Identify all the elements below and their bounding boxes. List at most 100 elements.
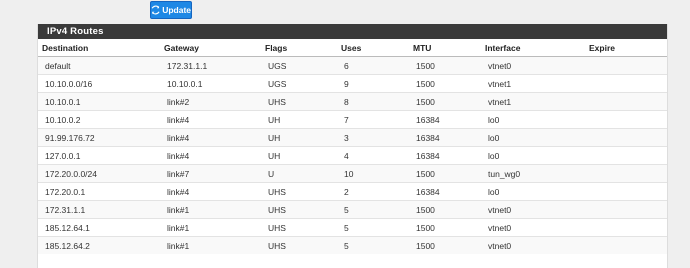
- cell-flags: UHS: [261, 182, 337, 201]
- cell-mtu: 1500: [409, 56, 481, 75]
- cell-mtu: 1500: [409, 200, 481, 219]
- cell-expire: [585, 110, 667, 129]
- cell-flags: UH: [261, 110, 337, 129]
- cell-uses: 6: [337, 56, 409, 75]
- cell-destination: 10.10.0.1: [38, 92, 160, 111]
- cell-mtu: 1500: [409, 92, 481, 111]
- table-row: 10.10.0.0/16 10.10.0.1 UGS 9 1500 vtnet1: [38, 74, 667, 93]
- cell-interface: tun_wg0: [481, 164, 585, 183]
- cell-expire: [585, 236, 667, 254]
- cell-flags: UH: [261, 146, 337, 165]
- cell-destination: default: [38, 56, 160, 75]
- cell-flags: U: [261, 164, 337, 183]
- cell-expire: [585, 218, 667, 237]
- cell-uses: 9: [337, 74, 409, 93]
- cell-mtu: 16384: [409, 110, 481, 129]
- cell-expire: [585, 182, 667, 201]
- table-row: 185.12.64.1 link#1 UHS 5 1500 vtnet0: [38, 218, 667, 237]
- column-header-gateway: Gateway: [160, 39, 261, 57]
- cell-destination: 185.12.64.1: [38, 218, 160, 237]
- cell-destination: 91.99.176.72: [38, 128, 160, 147]
- routes-table: Destination Gateway Flags Uses MTU Inter…: [38, 39, 667, 254]
- table-row: 172.20.0.1 link#4 UHS 2 16384 lo0: [38, 182, 667, 201]
- cell-uses: 7: [337, 110, 409, 129]
- cell-uses: 10: [337, 164, 409, 183]
- cell-mtu: 1500: [409, 218, 481, 237]
- cell-destination: 10.10.0.0/16: [38, 74, 160, 93]
- table-row: default 172.31.1.1 UGS 6 1500 vtnet0: [38, 56, 667, 75]
- table-row: 10.10.0.1 link#2 UHS 8 1500 vtnet1: [38, 92, 667, 111]
- cell-destination: 10.10.0.2: [38, 110, 160, 129]
- cell-interface: lo0: [481, 110, 585, 129]
- cell-gateway: link#4: [160, 182, 261, 201]
- update-button[interactable]: Update: [150, 1, 192, 19]
- cell-mtu: 16384: [409, 182, 481, 201]
- table-row: 172.20.0.0/24 link#7 U 10 1500 tun_wg0: [38, 164, 667, 183]
- cell-gateway: 172.31.1.1: [160, 56, 261, 75]
- cell-gateway: link#1: [160, 218, 261, 237]
- cell-gateway: link#1: [160, 236, 261, 254]
- cell-flags: UGS: [261, 74, 337, 93]
- cell-gateway: link#7: [160, 164, 261, 183]
- update-button-label: Update: [162, 5, 191, 15]
- cell-interface: lo0: [481, 128, 585, 147]
- table-header-row: Destination Gateway Flags Uses MTU Inter…: [38, 39, 667, 57]
- cell-destination: 127.0.0.1: [38, 146, 160, 165]
- cell-uses: 8: [337, 92, 409, 111]
- refresh-icon: [151, 5, 160, 15]
- cell-expire: [585, 74, 667, 93]
- cell-destination: 185.12.64.2: [38, 236, 160, 254]
- cell-expire: [585, 56, 667, 75]
- cell-interface: lo0: [481, 146, 585, 165]
- cell-mtu: 1500: [409, 74, 481, 93]
- cell-flags: UHS: [261, 236, 337, 254]
- cell-expire: [585, 92, 667, 111]
- column-header-flags: Flags: [261, 39, 337, 57]
- cell-expire: [585, 128, 667, 147]
- cell-flags: UHS: [261, 200, 337, 219]
- cell-gateway: link#2: [160, 92, 261, 111]
- cell-interface: vtnet0: [481, 56, 585, 75]
- cell-uses: 2: [337, 182, 409, 201]
- cell-flags: UGS: [261, 56, 337, 75]
- column-header-uses: Uses: [337, 39, 409, 57]
- table-row: 127.0.0.1 link#4 UH 4 16384 lo0: [38, 146, 667, 165]
- table-row: 172.31.1.1 link#1 UHS 5 1500 vtnet0: [38, 200, 667, 219]
- cell-interface: vtnet1: [481, 92, 585, 111]
- cell-gateway: link#4: [160, 128, 261, 147]
- cell-interface: vtnet0: [481, 200, 585, 219]
- table-row: 185.12.64.2 link#1 UHS 5 1500 vtnet0: [38, 236, 667, 254]
- cell-uses: 5: [337, 218, 409, 237]
- table-row: 10.10.0.2 link#4 UH 7 16384 lo0: [38, 110, 667, 129]
- cell-uses: 5: [337, 200, 409, 219]
- panel-title: IPv4 Routes: [38, 24, 667, 39]
- cell-flags: UH: [261, 128, 337, 147]
- cell-gateway: 10.10.0.1: [160, 74, 261, 93]
- column-header-interface: Interface: [481, 39, 585, 57]
- cell-uses: 4: [337, 146, 409, 165]
- cell-expire: [585, 146, 667, 165]
- cell-mtu: 16384: [409, 146, 481, 165]
- cell-mtu: 1500: [409, 164, 481, 183]
- cell-interface: vtnet0: [481, 236, 585, 254]
- cell-interface: lo0: [481, 182, 585, 201]
- cell-mtu: 16384: [409, 128, 481, 147]
- cell-expire: [585, 164, 667, 183]
- cell-mtu: 1500: [409, 236, 481, 254]
- column-header-expire: Expire: [585, 39, 667, 57]
- cell-interface: vtnet0: [481, 218, 585, 237]
- cell-gateway: link#4: [160, 110, 261, 129]
- cell-destination: 172.31.1.1: [38, 200, 160, 219]
- column-header-mtu: MTU: [409, 39, 481, 57]
- column-header-destination: Destination: [38, 39, 160, 57]
- cell-uses: 5: [337, 236, 409, 254]
- table-row: 91.99.176.72 link#4 UH 3 16384 lo0: [38, 128, 667, 147]
- cell-uses: 3: [337, 128, 409, 147]
- cell-destination: 172.20.0.1: [38, 182, 160, 201]
- cell-flags: UHS: [261, 218, 337, 237]
- cell-destination: 172.20.0.0/24: [38, 164, 160, 183]
- cell-gateway: link#1: [160, 200, 261, 219]
- cell-expire: [585, 200, 667, 219]
- cell-gateway: link#4: [160, 146, 261, 165]
- cell-interface: vtnet1: [481, 74, 585, 93]
